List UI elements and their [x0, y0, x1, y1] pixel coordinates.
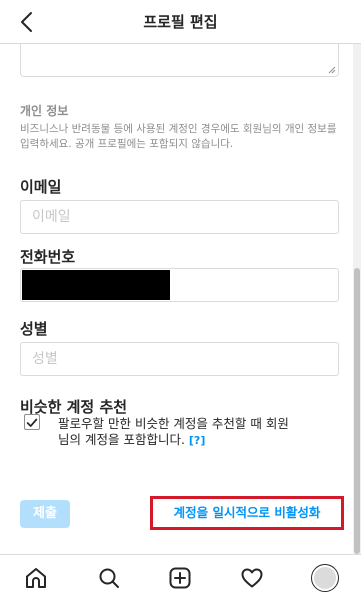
avatar-image [314, 567, 336, 589]
email-field[interactable]: 이메일 [20, 200, 339, 234]
gender-field[interactable]: 성별 [20, 342, 339, 376]
page-title: 프로필 편집 [143, 13, 218, 31]
search-icon[interactable] [97, 566, 121, 590]
top-bar: 프로필 편집 [0, 0, 361, 44]
profile-avatar[interactable] [311, 564, 339, 592]
bottom-navigation [0, 554, 361, 600]
deactivate-account-link[interactable]: 계정을 일시적으로 비활성화 [150, 496, 344, 530]
help-link[interactable]: [?] [189, 434, 205, 447]
scrollbar-thumb[interactable] [354, 268, 360, 554]
activity-heart-icon[interactable] [240, 566, 264, 590]
redacted-phone-number [22, 270, 170, 300]
resize-grip-icon[interactable] [328, 66, 336, 74]
submit-button[interactable]: 제출 [20, 500, 70, 528]
phone-field[interactable] [20, 268, 339, 302]
checkmark-icon [26, 418, 38, 427]
personal-info-description: 비즈니스나 반려동물 등에 사용된 계정인 경우에도 회원님의 개인 정보를 입… [20, 123, 337, 150]
similar-accounts-checkbox[interactable] [24, 414, 40, 430]
new-post-icon[interactable] [168, 566, 192, 590]
gender-label: 성별 [20, 320, 48, 338]
email-label: 이메일 [20, 178, 62, 196]
bio-textarea[interactable] [20, 44, 339, 77]
similar-accounts-text: 팔로우할 만한 비슷한 계정을 추천할 때 회원님의 계정을 포함합니다. [?… [58, 416, 294, 449]
similar-accounts-description: 팔로우할 만한 비슷한 계정을 추천할 때 회원님의 계정을 포함합니다. [58, 416, 289, 447]
scrollbar[interactable] [353, 44, 361, 554]
home-icon[interactable] [24, 566, 48, 590]
personal-info-heading: 개인 정보 [20, 104, 69, 118]
phone-label: 전화번호 [20, 248, 76, 266]
edit-profile-form: 개인 정보 비즈니스나 반려동물 등에 사용된 계정인 경우에도 회원님의 개인… [0, 44, 352, 554]
